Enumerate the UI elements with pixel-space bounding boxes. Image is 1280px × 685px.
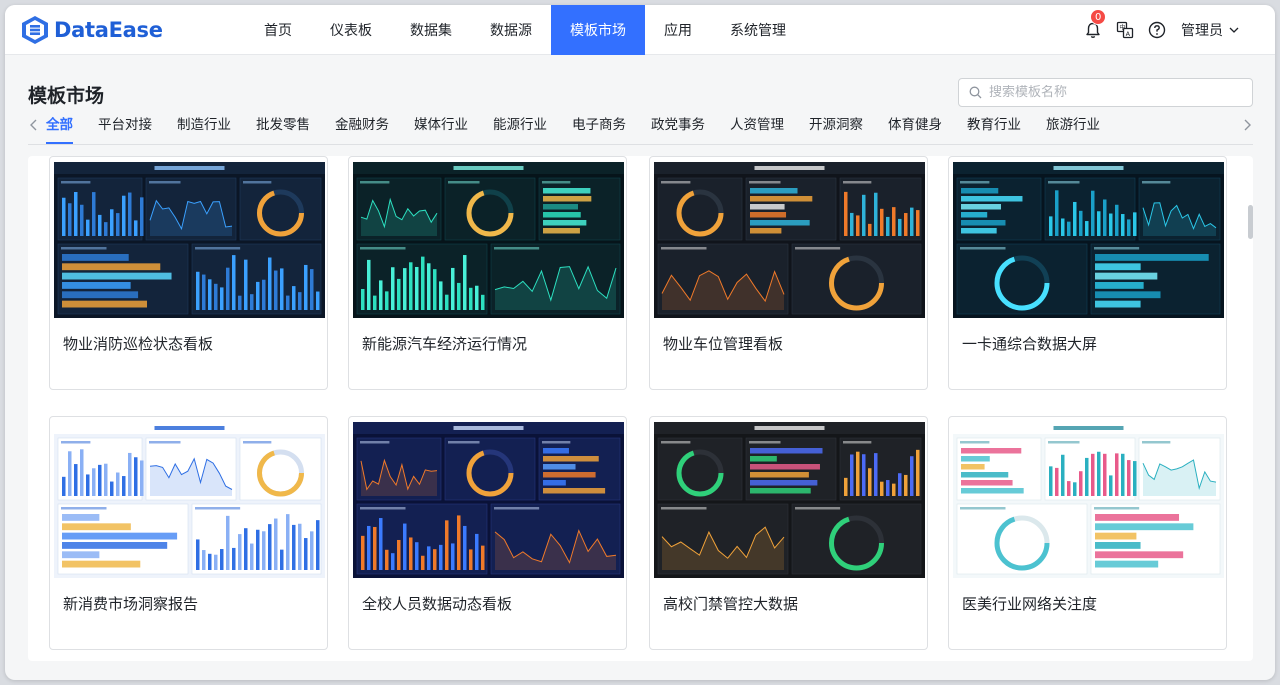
dashboard-preview-graphic <box>953 162 1224 318</box>
template-thumbnail <box>54 162 325 318</box>
category-media[interactable]: 媒体行业 <box>414 109 468 145</box>
template-card[interactable]: 物业车位管理看板 <box>649 156 928 390</box>
nav-home[interactable]: 首页 <box>245 5 311 55</box>
dashboard-preview-graphic <box>953 422 1224 578</box>
page-title: 模板市场 <box>28 85 105 107</box>
chevron-left-icon[interactable] <box>28 117 40 133</box>
user-name: 管理员 <box>1181 23 1223 39</box>
template-thumbnail <box>353 162 624 318</box>
template-thumbnail <box>953 162 1224 318</box>
category-opensource[interactable]: 开源洞察 <box>809 109 863 145</box>
search-icon <box>969 86 982 99</box>
template-thumbnail <box>353 422 624 578</box>
help-icon <box>1148 21 1166 39</box>
category-manufacturing[interactable]: 制造行业 <box>177 109 231 145</box>
nav-system-admin[interactable]: 系统管理 <box>711 5 805 55</box>
category-all[interactable]: 全部 <box>46 109 73 145</box>
main-nav: 首页 仪表板 数据集 数据源 模板市场 应用 系统管理 <box>245 5 805 55</box>
translate-icon: 中 A <box>1116 21 1134 39</box>
dashboard-preview-graphic <box>353 422 624 578</box>
template-thumbnail <box>54 422 325 578</box>
dashboard-preview-graphic <box>54 162 325 318</box>
template-card[interactable]: 一卡通综合数据大屏 <box>948 156 1227 390</box>
nav-template-market[interactable]: 模板市场 <box>551 5 645 55</box>
language-button[interactable]: 中 A <box>1115 20 1135 40</box>
chevron-right-icon[interactable] <box>1241 117 1253 133</box>
page-scrollbar[interactable] <box>1248 205 1253 239</box>
template-card[interactable]: 全校人员数据动态看板 <box>348 416 627 650</box>
notification-badge: 0 <box>1090 9 1107 25</box>
dashboard-preview-graphic <box>654 162 925 318</box>
category-education[interactable]: 教育行业 <box>967 109 1021 145</box>
notification-button[interactable]: 0 <box>1083 9 1107 40</box>
template-name: 物业消防巡检状态看板 <box>63 335 214 353</box>
template-name: 医美行业网络关注度 <box>962 595 1098 613</box>
search-input[interactable] <box>989 85 1239 100</box>
nav-apps[interactable]: 应用 <box>645 5 711 55</box>
brand-name: DataEase <box>54 18 163 42</box>
chevron-down-icon <box>1229 27 1239 33</box>
template-card[interactable]: 新消费市场洞察报告 <box>49 416 328 650</box>
dashboard-preview-graphic <box>54 422 325 578</box>
user-menu[interactable]: 管理员 <box>1181 20 1239 40</box>
category-ecommerce[interactable]: 电子商务 <box>572 109 626 145</box>
nav-dashboard[interactable]: 仪表板 <box>311 5 391 55</box>
template-name: 一卡通综合数据大屏 <box>962 335 1098 353</box>
template-name: 新能源汽车经济运行情况 <box>362 335 528 353</box>
header-actions: 0 中 A 管理员 <box>1071 5 1239 55</box>
category-party-affairs[interactable]: 政党事务 <box>651 109 705 145</box>
template-thumbnail <box>654 422 925 578</box>
template-name: 高校门禁管控大数据 <box>663 595 799 613</box>
template-name: 物业车位管理看板 <box>663 335 784 353</box>
category-hr[interactable]: 人资管理 <box>730 109 784 145</box>
template-grid-panel: 物业消防巡检状态看板 新能源汽车经济运行情况 物业车位管理看板 一卡通综合数据大… <box>28 156 1253 661</box>
template-card[interactable]: 医美行业网络关注度 <box>948 416 1227 650</box>
top-header: DataEase 首页 仪表板 数据集 数据源 模板市场 应用 系统管理 0 中… <box>5 5 1275 55</box>
category-finance[interactable]: 金融财务 <box>335 109 389 145</box>
nav-dataset[interactable]: 数据集 <box>391 5 471 55</box>
template-card[interactable]: 高校门禁管控大数据 <box>649 416 928 650</box>
template-thumbnail <box>953 422 1224 578</box>
category-sports[interactable]: 体育健身 <box>888 109 942 145</box>
category-retail[interactable]: 批发零售 <box>256 109 310 145</box>
category-tourism[interactable]: 旅游行业 <box>1046 109 1100 145</box>
dataease-logo-icon <box>22 16 48 44</box>
help-button[interactable] <box>1147 20 1167 40</box>
category-tabs: 全部 平台对接 制造行业 批发零售 金融财务 媒体行业 能源行业 电子商务 政党… <box>28 109 1253 145</box>
template-name: 新消费市场洞察报告 <box>63 595 199 613</box>
dashboard-preview-graphic <box>654 422 925 578</box>
template-card[interactable]: 物业消防巡检状态看板 <box>49 156 328 390</box>
category-list: 全部 平台对接 制造行业 批发零售 金融财务 媒体行业 能源行业 电子商务 政党… <box>46 109 1125 145</box>
search-box[interactable] <box>958 78 1253 107</box>
svg-text:A: A <box>1126 30 1131 38</box>
template-thumbnail <box>654 162 925 318</box>
category-platform[interactable]: 平台对接 <box>98 109 152 145</box>
nav-datasource[interactable]: 数据源 <box>471 5 551 55</box>
app-window: DataEase 首页 仪表板 数据集 数据源 模板市场 应用 系统管理 0 中… <box>5 5 1275 680</box>
template-name: 全校人员数据动态看板 <box>362 595 513 613</box>
template-card[interactable]: 新能源汽车经济运行情况 <box>348 156 627 390</box>
dashboard-preview-graphic <box>353 162 624 318</box>
svg-text:中: 中 <box>1119 24 1125 32</box>
category-energy[interactable]: 能源行业 <box>493 109 547 145</box>
brand-logo[interactable]: DataEase <box>21 13 163 47</box>
